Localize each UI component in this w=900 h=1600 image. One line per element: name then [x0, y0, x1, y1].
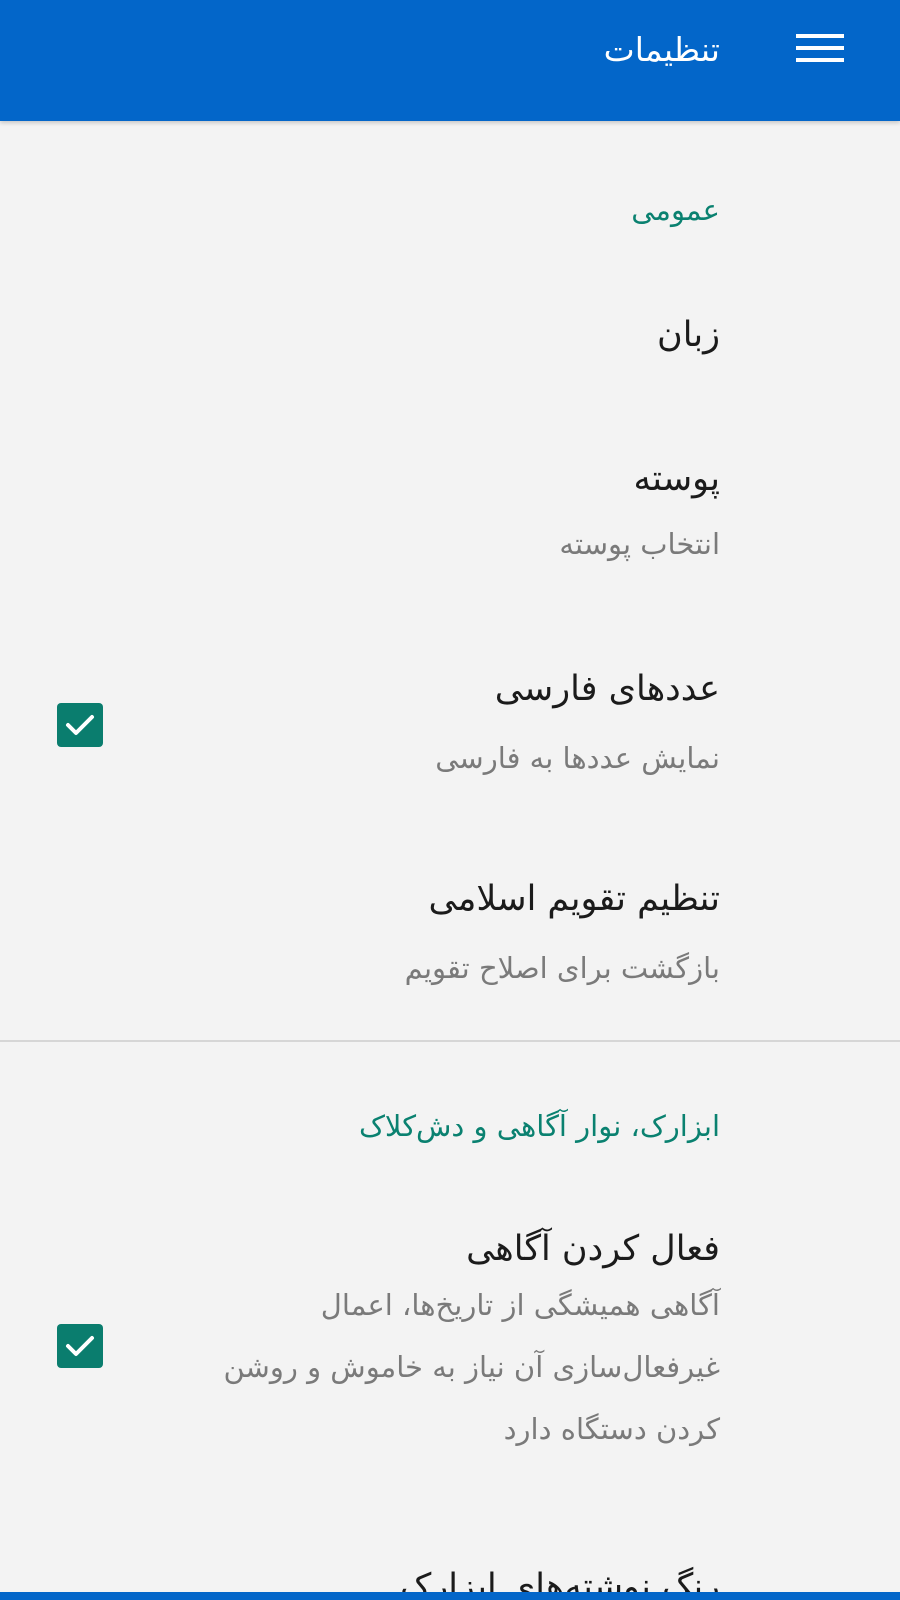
pref-islamic-calendar[interactable]: تنظیم تقویم اسلامی بازگشت برای اصلاح تقو…	[0, 860, 900, 1010]
app-bar: تنظیمات	[0, 0, 900, 121]
pref-notification[interactable]: فعال کردن آگاهی آگاهی همیشگی از تاریخ‌ها…	[0, 1210, 900, 1470]
pref-widget-text-color[interactable]: رنگ نوشته‌های ابزارک	[0, 1540, 900, 1600]
section-header-general: عمومی	[631, 193, 720, 227]
pref-language[interactable]: زبان	[0, 280, 900, 390]
pref-persian-digits-summary: نمایش عددها به فارسی	[435, 741, 720, 775]
hamburger-menu-icon	[796, 34, 844, 62]
menu-button[interactable]	[796, 30, 856, 76]
persian-digits-checkbox[interactable]	[57, 703, 103, 747]
pref-skin-title: پوسته	[633, 459, 720, 499]
pref-skin-summary: انتخاب پوسته	[559, 527, 720, 561]
section-divider	[0, 1040, 900, 1042]
pref-islamic-calendar-summary: بازگشت برای اصلاح تقویم	[404, 951, 720, 985]
checkmark-icon	[66, 715, 94, 735]
bottom-bar	[0, 1592, 900, 1600]
pref-notification-summary: آگاهی همیشگی از تاریخ‌ها، اعمال غیرفعال‌…	[223, 1288, 720, 1446]
page-title: تنظیمات	[603, 30, 720, 69]
pref-islamic-calendar-title: تنظیم تقویم اسلامی	[428, 879, 720, 919]
pref-persian-digits-title: عددهای فارسی	[494, 669, 720, 709]
notification-checkbox[interactable]	[57, 1324, 103, 1368]
pref-language-title: زبان	[656, 315, 720, 355]
pref-persian-digits[interactable]: عددهای فارسی نمایش عددها به فارسی	[0, 650, 900, 800]
section-header-widgets: ابزارک، نوار آگاهی و دش‌کلاک	[358, 1109, 720, 1143]
pref-notification-title: فعال کردن آگاهی	[466, 1229, 720, 1269]
pref-skin[interactable]: پوسته انتخاب پوسته	[0, 440, 900, 590]
checkmark-icon	[66, 1336, 94, 1356]
